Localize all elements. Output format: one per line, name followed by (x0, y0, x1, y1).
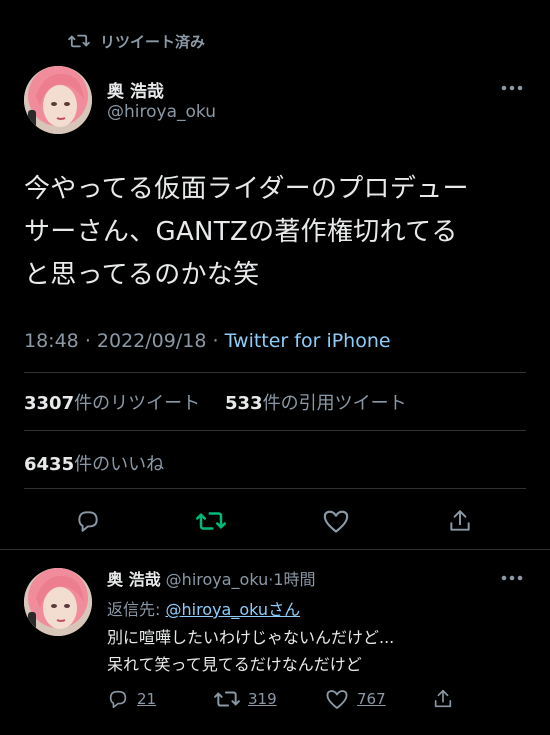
reply-header: 奥 浩哉 @hiroya_oku·1時間 (107, 566, 316, 590)
reply-like-button[interactable]: 767 (325, 688, 386, 710)
like-button[interactable] (318, 503, 354, 539)
retweet-icon (214, 688, 240, 710)
reply-to-line: 返信先: @hiroya_okuさん (107, 596, 300, 620)
tweet-time[interactable]: 18:48 (24, 330, 79, 352)
quotes-count: 533 (225, 393, 263, 414)
author-name[interactable]: 奥 浩哉 (107, 77, 164, 102)
reply-icon (75, 508, 101, 534)
quotes-label: 件の引用ツイート (262, 393, 407, 414)
meta-separator: · (84, 330, 97, 352)
retweet-button[interactable] (193, 503, 229, 539)
retweet-icon (196, 508, 226, 534)
divider (24, 372, 526, 373)
more-icon[interactable] (500, 82, 524, 94)
tweet-actions (0, 503, 550, 539)
share-button[interactable] (442, 503, 478, 539)
more-icon[interactable] (500, 572, 524, 584)
tweet-meta: 18:48 · 2022/09/18 · Twitter for iPhone (24, 330, 391, 352)
retweet-icon (68, 32, 90, 50)
reply-icon (107, 688, 129, 710)
reply-author-handle[interactable]: @hiroya_oku (166, 570, 269, 589)
tweet-text-line: と思ってるのかな笑 (24, 260, 260, 290)
reply-to-mention[interactable]: @hiroya_oku (165, 600, 268, 619)
reply-button[interactable] (70, 503, 106, 539)
reply-retweet-count: 319 (248, 690, 277, 708)
reply-text: 別に喧嘩したいわけじゃないんだけど... 呆れて笑って見てるだけなんだけど (107, 624, 394, 678)
likes-label: 件のいいね (74, 454, 165, 475)
likes-count: 6435 (24, 454, 75, 475)
tweet-text: 今やってる仮面ライダーのプロデュー サーさん、GANTZの著作権切れてる と思っ… (24, 168, 524, 297)
reply-author-name[interactable]: 奥 浩哉 (107, 570, 161, 589)
author-handle[interactable]: @hiroya_oku (107, 102, 216, 122)
reply-time[interactable]: 1時間 (273, 570, 315, 589)
tweet-text-line: サーさん、GANTZの著作権切れてる (24, 217, 458, 247)
like-icon (325, 688, 349, 710)
reply-to-prefix: 返信先: (107, 600, 166, 619)
retweets-label: 件のリツイート (74, 393, 201, 414)
quotes-stat[interactable]: 533件の引用ツイート (225, 389, 407, 415)
like-icon (322, 508, 350, 534)
reply-share-button[interactable] (432, 688, 454, 710)
retweets-stat[interactable]: 3307件のリツイート (24, 389, 200, 415)
reply-to-suffix: さん (268, 600, 301, 619)
tweet-client[interactable]: Twitter for iPhone (225, 330, 391, 352)
reply-reply-count: 21 (137, 690, 157, 708)
divider (24, 488, 526, 489)
avatar[interactable] (24, 66, 92, 134)
reply-reply-button[interactable]: 21 (107, 688, 156, 710)
reply-text-line: 呆れて笑って見てるだけなんだけど (107, 655, 362, 674)
retweeted-banner: リツイート済み (68, 30, 205, 52)
reply-retweet-button[interactable]: 319 (214, 688, 277, 710)
reply-like-count: 767 (357, 690, 386, 708)
tweet-date[interactable]: 2022/09/18 (97, 330, 207, 352)
avatar[interactable] (24, 568, 92, 636)
retweeted-label: リツイート済み (100, 32, 206, 51)
share-icon (447, 508, 473, 534)
divider (24, 430, 526, 431)
reply-text-line: 別に喧嘩したいわけじゃないんだけど... (107, 628, 395, 647)
meta-separator: · (212, 330, 225, 352)
thread-divider (0, 549, 550, 550)
likes-stat[interactable]: 6435件のいいね (24, 450, 164, 476)
retweets-count: 3307 (24, 393, 75, 414)
tweet-text-line: 今やってる仮面ライダーのプロデュー (24, 174, 469, 204)
share-icon (432, 688, 454, 710)
